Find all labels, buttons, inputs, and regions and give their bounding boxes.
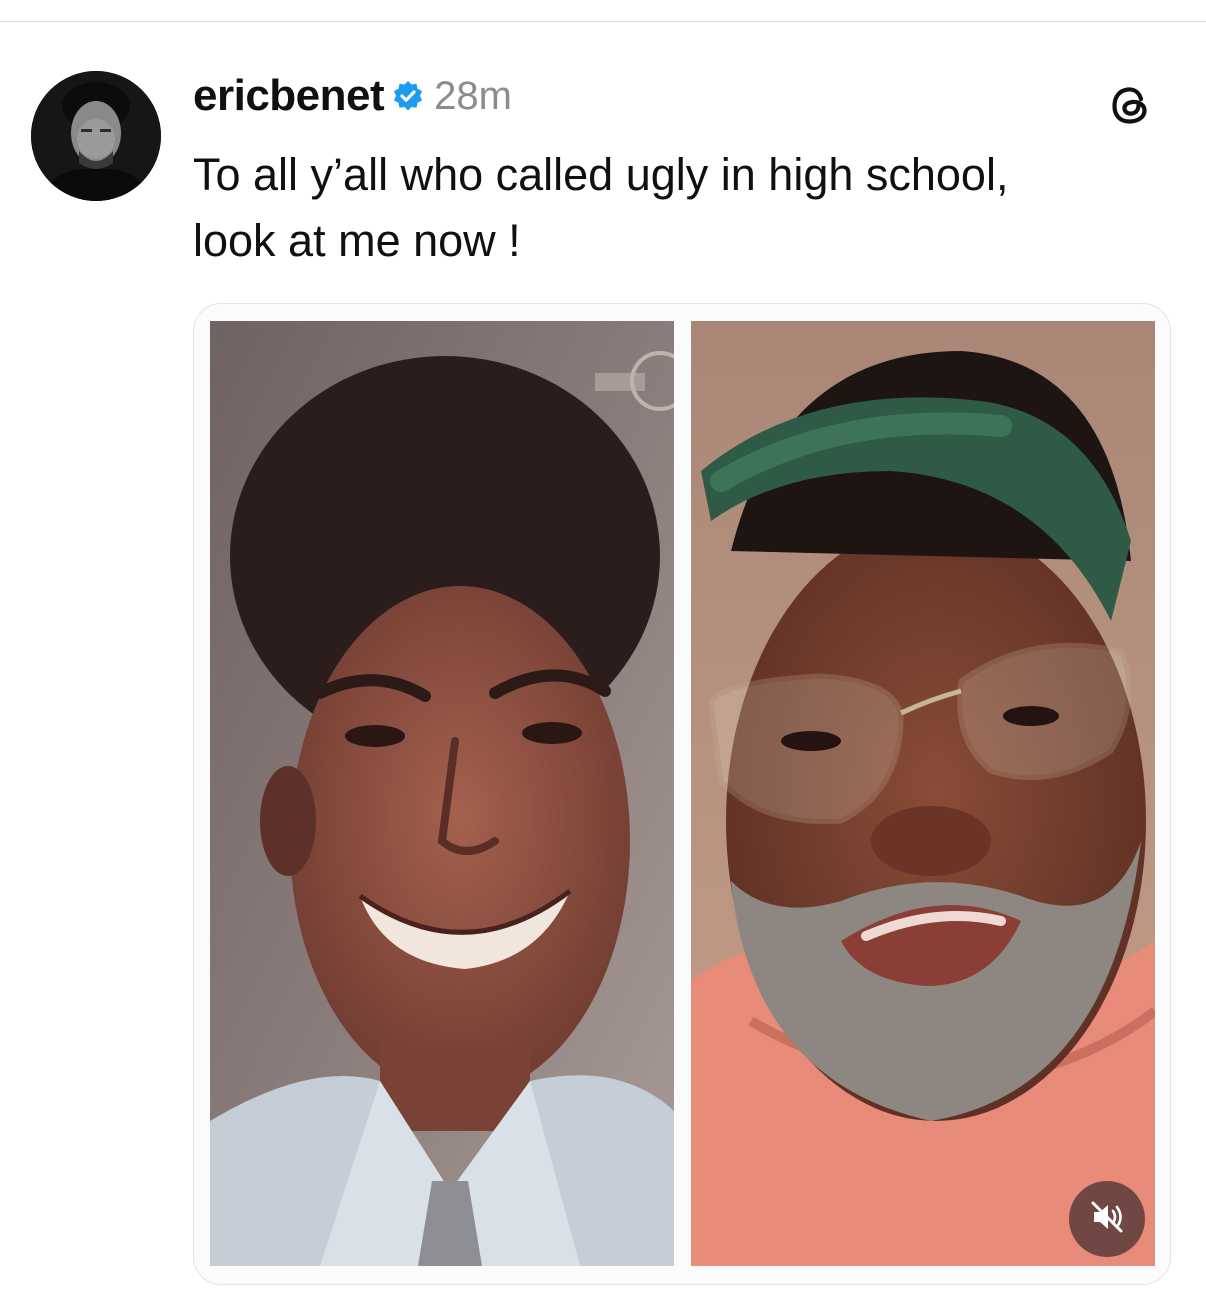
avatar[interactable] <box>31 71 161 201</box>
username[interactable]: ericbenet <box>193 71 385 121</box>
post-text-line-2: look at me now ! <box>193 215 521 266</box>
recent-selfie-photo[interactable] <box>691 321 1155 1266</box>
verified-badge-icon <box>392 80 424 112</box>
media-card[interactable] <box>193 303 1171 1285</box>
post-text-line-1: To all y’all who called ugly in high sch… <box>193 149 1009 200</box>
threads-logo-icon[interactable] <box>1106 80 1156 130</box>
post-timestamp: 28m <box>434 73 512 118</box>
post-header: ericbenet 28m <box>193 68 512 124</box>
yearbook-photo[interactable] <box>210 321 674 1266</box>
post-text: To all y’all who called ugly in high sch… <box>193 142 1183 274</box>
mute-button[interactable] <box>1069 1181 1145 1257</box>
threads-post-screen: ericbenet 28m To all y’all who called ug… <box>0 0 1206 1310</box>
speaker-muted-icon <box>1087 1197 1127 1242</box>
top-divider <box>0 21 1206 22</box>
